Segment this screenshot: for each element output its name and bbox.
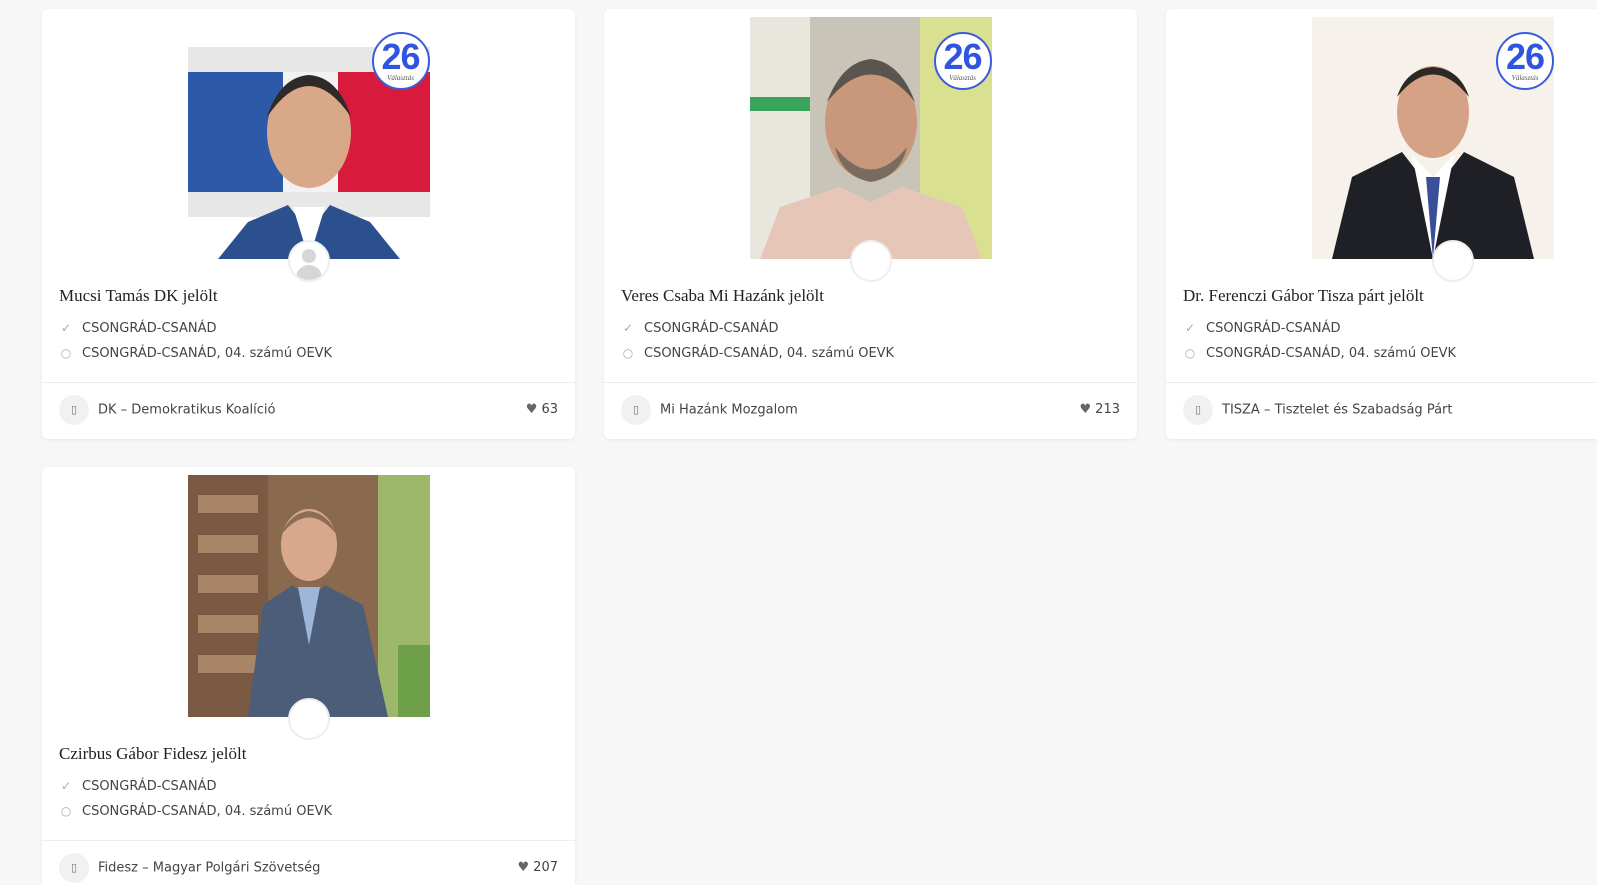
election-26-badge: 26 Választás [933,32,992,90]
county-label: CSONGRÁD-CSANÁD [1206,321,1341,336]
candidate-photo[interactable]: 26 Választás [749,17,992,259]
bookmark-icon: ▯ [59,395,89,425]
card-divider [604,382,1137,383]
party-label: Fidesz – Magyar Polgári Szövetség [98,860,321,876]
heart-icon: ♥ [1079,402,1092,417]
district-label: CSONGRÁD-CSANÁD, 04. számú OEVK [82,804,333,819]
card-divider [42,840,575,841]
avatar[interactable] [849,240,892,282]
avatar[interactable] [287,240,330,282]
candidate-name[interactable]: Dr. Ferenczi Gábor Tisza párt jelölt [1183,286,1424,306]
candidate-photo[interactable]: 26 Választás [187,17,430,259]
candidate-card[interactable]: 26 Választás Mucsi Tamás DK jelölt ✓ CSON… [42,9,575,439]
map-pin-icon: ○ [60,346,72,360]
card-divider [42,382,575,383]
heart-icon: ♥ [525,402,538,417]
avatar[interactable] [287,698,330,740]
candidate-grid: 26 Választás Mucsi Tamás DK jelölt ✓ CSON… [0,0,1597,885]
candidate-name[interactable]: Veres Csaba Mi Hazánk jelölt [621,286,824,306]
party-link[interactable]: ▯ Mi Hazánk Mozgalom [621,395,798,425]
bookmark-icon: ▯ [621,395,651,425]
heart-icon: ♥ [517,860,530,875]
likes-button[interactable]: ♥ 207 [518,853,558,883]
bookmark-icon: ▯ [59,853,89,883]
map-pin-icon: ○ [622,346,634,360]
badge-subtitle: Választás [1511,74,1539,82]
party-label: TISZA – Tisztelet és Szabadság Párt [1222,402,1453,418]
candidate-name[interactable]: Mucsi Tamás DK jelölt [59,286,218,306]
map-pin-icon: ○ [60,804,72,818]
likes-count: 207 [533,860,558,875]
candidate-card[interactable]: 26 Választás Veres Csaba Mi Hazánk jelöl… [604,9,1137,439]
county-label: CSONGRÁD-CSANÁD [82,779,217,794]
avatar-placeholder-icon [301,249,316,263]
district-row: ○ CSONGRÁD-CSANÁD, 04. számú OEVK [59,804,332,819]
county-row: ✓ CSONGRÁD-CSANÁD [59,779,217,794]
district-row: ○ CSONGRÁD-CSANÁD, 04. számú OEVK [621,346,894,361]
candidate-card[interactable]: 26 Választás Dr. Ferenczi Gábor Tisza pá… [1166,9,1597,439]
badge-subtitle: Választás [949,74,976,82]
likes-count: 63 [541,402,558,417]
district-label: CSONGRÁD-CSANÁD, 04. számú OEVK [1206,346,1457,361]
district-label: CSONGRÁD-CSANÁD, 04. számú OEVK [644,346,895,361]
party-link[interactable]: ▯ DK – Demokratikus Koalíció [59,395,275,425]
candidate-name[interactable]: Czirbus Gábor Fidesz jelölt [59,744,246,764]
candidate-card[interactable]: Czirbus Gábor Fidesz jelölt ✓ CSONGRÁD-CS… [42,467,575,885]
district-row: ○ CSONGRÁD-CSANÁD, 04. számú OEVK [59,346,332,361]
district-row: ○ CSONGRÁD-CSANÁD, 04. számú OEVK [1183,346,1456,361]
county-label: CSONGRÁD-CSANÁD [644,321,779,336]
map-pin-icon: ○ [1184,346,1196,360]
check-circle-icon: ✓ [60,779,72,793]
candidate-photo[interactable] [187,475,430,717]
likes-count: 213 [1095,402,1120,417]
county-row: ✓ CSONGRÁD-CSANÁD [1183,321,1341,336]
check-circle-icon: ✓ [60,321,72,335]
county-row: ✓ CSONGRÁD-CSANÁD [59,321,217,336]
likes-button[interactable]: ♥ 63 [526,395,558,425]
election-26-badge: 26 Választás [1496,32,1554,90]
party-label: DK – Demokratikus Koalíció [98,402,276,418]
district-label: CSONGRÁD-CSANÁD, 04. számú OEVK [82,346,333,361]
party-link[interactable]: ▯ Fidesz – Magyar Polgári Szövetség [59,853,320,883]
likes-button[interactable]: ♥ 213 [1080,395,1120,425]
county-row: ✓ CSONGRÁD-CSANÁD [621,321,779,336]
check-circle-icon: ✓ [622,321,634,335]
badge-subtitle: Választás [387,74,414,82]
check-circle-icon: ✓ [1184,321,1196,335]
avatar[interactable] [1432,240,1474,282]
county-label: CSONGRÁD-CSANÁD [82,321,217,336]
party-label: Mi Hazánk Mozgalom [660,402,798,418]
card-divider [1166,382,1597,383]
election-26-badge: 26 Választás [371,32,430,90]
candidate-photo[interactable]: 26 Választás [1312,17,1554,259]
bookmark-icon: ▯ [1183,395,1213,425]
party-link[interactable]: ▯ TISZA – Tisztelet és Szabadság Párt [1183,395,1452,425]
